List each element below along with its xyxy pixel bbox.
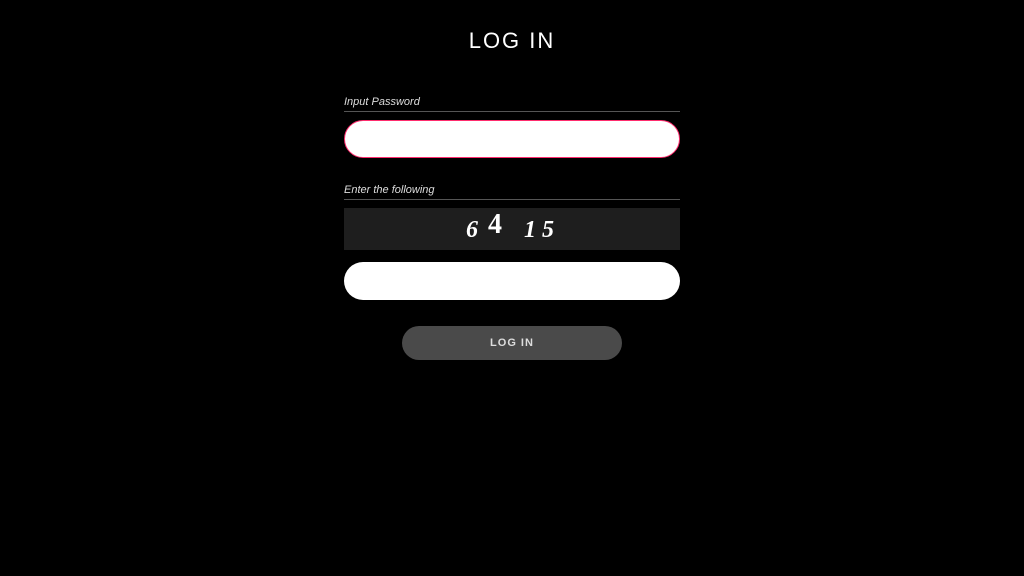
page-title: LOG IN — [344, 28, 680, 54]
captcha-input[interactable] — [344, 262, 680, 300]
captcha-digit-4: 5 — [542, 217, 558, 244]
captcha-section: Enter the following 6 4 1 5 — [344, 184, 680, 300]
captcha-digit-3: 1 — [524, 217, 540, 244]
login-form: LOG IN Input Password Enter the followin… — [344, 0, 680, 576]
captcha-label: Enter the following — [344, 184, 680, 200]
password-section: Input Password — [344, 96, 680, 158]
captcha-text: 6 4 1 5 — [466, 213, 558, 245]
password-label: Input Password — [344, 96, 680, 112]
captcha-digit-1: 6 — [466, 217, 482, 244]
captcha-image: 6 4 1 5 — [344, 208, 680, 250]
captcha-digit-2: 4 — [488, 209, 506, 241]
login-button[interactable]: LOG IN — [402, 326, 622, 360]
password-input[interactable] — [344, 120, 680, 158]
